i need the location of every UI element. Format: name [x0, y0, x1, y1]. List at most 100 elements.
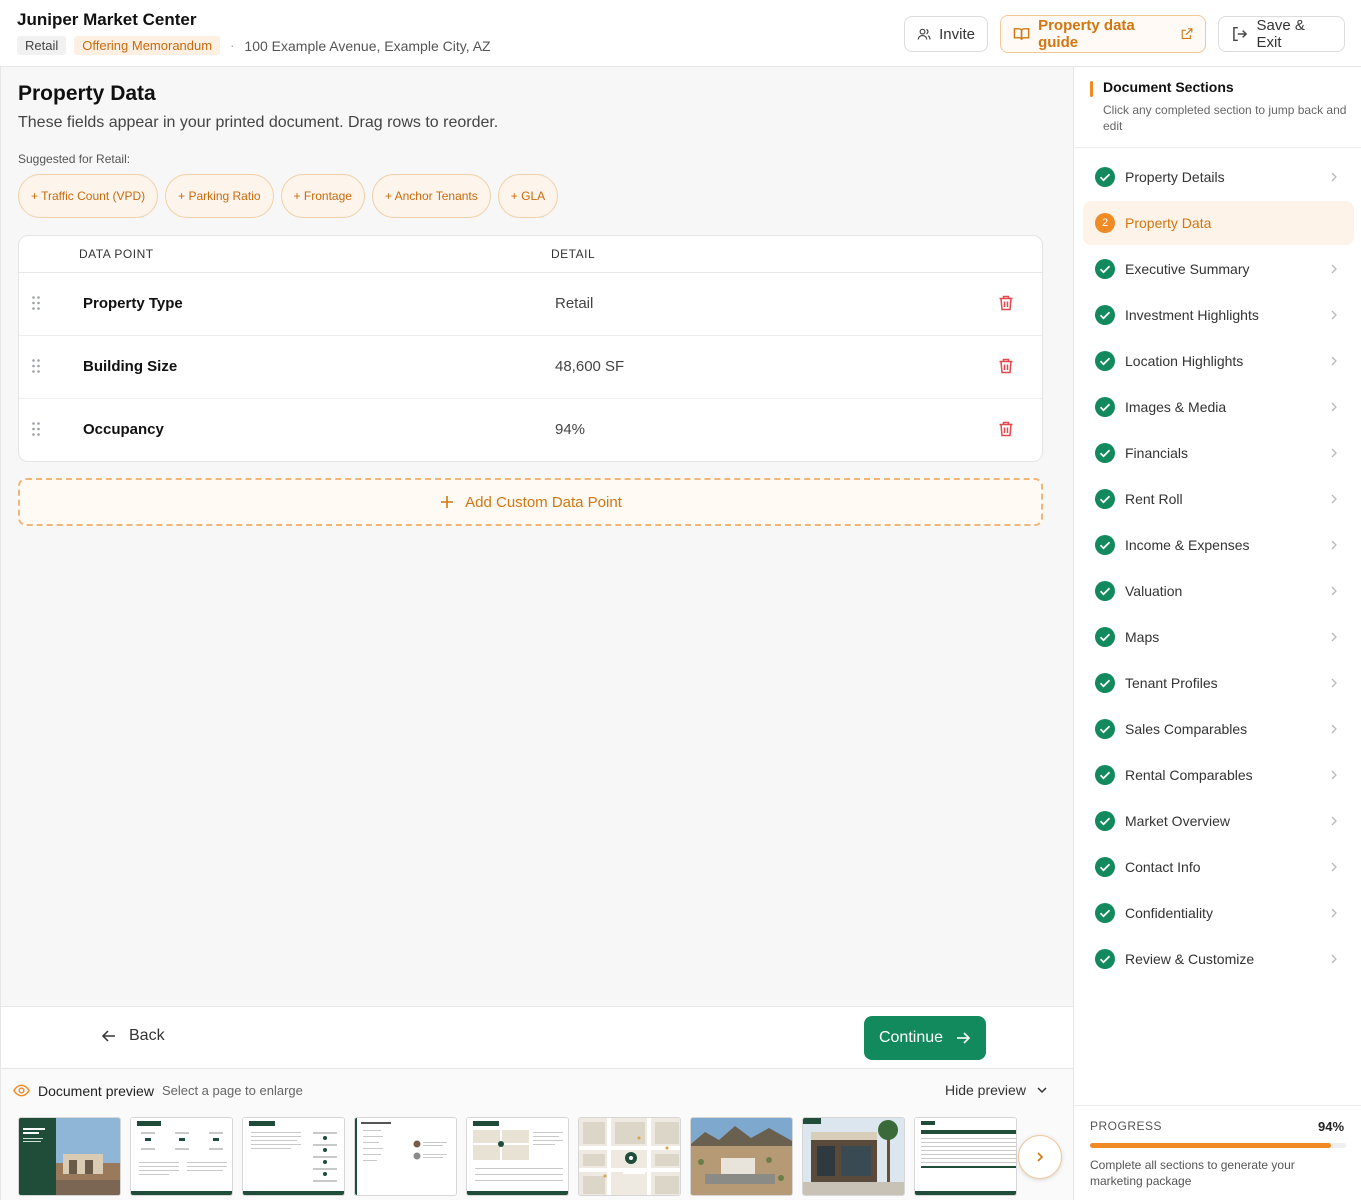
chevron-right-icon: [1331, 540, 1337, 550]
save-and-exit-button[interactable]: Save & Exit: [1218, 16, 1345, 52]
sidebar-item-property-data[interactable]: 2 Property Data: [1083, 201, 1354, 245]
check-circle-icon: [1095, 857, 1115, 877]
suggestion-chips: + Traffic Count (VPD) + Parking Ratio + …: [18, 174, 559, 218]
hide-preview-label: Hide preview: [945, 1082, 1026, 1098]
suggestion-chip-traffic-count[interactable]: + Traffic Count (VPD): [18, 174, 159, 218]
sidebar-item-review-and-customize[interactable]: Review & Customize: [1083, 937, 1354, 981]
sidebar-item-sales-comparables[interactable]: Sales Comparables: [1083, 707, 1354, 751]
guide-label: Property data guide: [1038, 17, 1135, 51]
top-header: Juniper Market Center Retail Offering Me…: [0, 0, 1361, 67]
data-point-detail[interactable]: 94%: [555, 421, 585, 438]
main-content: Property Data These fields appear in you…: [0, 67, 1073, 1006]
trash-icon[interactable]: [997, 357, 1015, 375]
check-circle-icon: [1095, 811, 1115, 831]
chevron-right-icon: [1037, 1152, 1044, 1162]
sidebar-item-label: Financials: [1125, 445, 1189, 461]
column-header-data-point: DATA POINT: [79, 247, 154, 261]
sidebar-item-property-details[interactable]: Property Details: [1083, 155, 1354, 199]
chevron-right-icon: [1331, 770, 1337, 780]
sidebar-item-market-overview[interactable]: Market Overview: [1083, 799, 1354, 843]
sidebar-item-label: Market Overview: [1125, 813, 1231, 829]
sidebar-item-tenant-profiles[interactable]: Tenant Profiles: [1083, 661, 1354, 705]
data-point-detail[interactable]: Retail: [555, 295, 593, 312]
sidebar-item-confidentiality[interactable]: Confidentiality: [1083, 891, 1354, 935]
data-point-name[interactable]: Occupancy: [83, 421, 164, 438]
data-point-name[interactable]: Property Type: [83, 295, 183, 312]
sidebar-item-maps[interactable]: Maps: [1083, 615, 1354, 659]
sidebar-item-location-highlights[interactable]: Location Highlights: [1083, 339, 1354, 383]
page-thumbnail-cover[interactable]: [18, 1117, 121, 1196]
location-highlights-page-image: [467, 1118, 568, 1195]
trash-icon[interactable]: [997, 420, 1015, 438]
sidebar-item-rental-comparables[interactable]: Rental Comparables: [1083, 753, 1354, 797]
sidebar-item-rent-roll[interactable]: Rent Roll: [1083, 477, 1354, 521]
add-custom-data-point-button[interactable]: Add Custom Data Point: [18, 478, 1043, 526]
invite-label: Invite: [939, 25, 975, 43]
page-thumbnail-executive-summary[interactable]: [130, 1117, 233, 1196]
page-title: Property Data: [18, 82, 156, 105]
sidebar-item-valuation[interactable]: Valuation: [1083, 569, 1354, 613]
contact-info-page-image: [355, 1118, 456, 1195]
investment-highlights-page-image: [243, 1118, 344, 1195]
check-circle-icon: [1095, 765, 1115, 785]
external-link-icon: [1181, 28, 1193, 39]
sidebar-item-investment-highlights[interactable]: Investment Highlights: [1083, 293, 1354, 337]
sidebar-item-income-and-expenses[interactable]: Income & Expenses: [1083, 523, 1354, 567]
map-page-image: [579, 1118, 680, 1195]
continue-button[interactable]: Continue: [864, 1016, 986, 1060]
suggestion-chip-parking-ratio[interactable]: + Parking Ratio: [165, 174, 274, 218]
sidebar-item-executive-summary[interactable]: Executive Summary: [1083, 247, 1354, 291]
data-point-detail[interactable]: 48,600 SF: [555, 358, 624, 375]
page-thumbnail-investment-highlights[interactable]: [242, 1117, 345, 1196]
check-circle-icon: [1095, 949, 1115, 969]
property-data-guide-button[interactable]: Property data guide: [1000, 15, 1206, 53]
page-thumbnail-aerial-photo[interactable]: [690, 1117, 793, 1196]
sidebar-item-label: Property Details: [1125, 169, 1225, 185]
trash-icon[interactable]: [997, 294, 1015, 312]
chevron-right-icon: [1331, 264, 1337, 274]
drag-handle-icon[interactable]: [31, 421, 41, 437]
check-circle-icon: [1095, 673, 1115, 693]
sidebar-item-label: Location Highlights: [1125, 353, 1244, 369]
page-thumbnail-map[interactable]: [578, 1117, 681, 1196]
plus-icon: [441, 496, 454, 508]
drag-handle-icon[interactable]: [31, 358, 41, 374]
column-header-detail: DETAIL: [551, 247, 596, 261]
property-address: 100 Example Avenue, Example City, AZ: [244, 37, 491, 54]
page-thumbnail-rent-roll[interactable]: [914, 1117, 1017, 1196]
invite-button[interactable]: Invite: [904, 16, 988, 52]
sidebar-item-label: Maps: [1125, 629, 1160, 645]
document-sections-sidebar: Document Sections Click any completed se…: [1073, 67, 1361, 1200]
sidebar-item-images-and-media[interactable]: Images & Media: [1083, 385, 1354, 429]
sidebar-item-label: Confidentiality: [1125, 905, 1213, 921]
hide-preview-button[interactable]: Hide preview: [945, 1082, 1048, 1098]
suggestion-chip-frontage[interactable]: + Frontage: [280, 174, 365, 218]
document-type-tag: Offering Memorandum: [74, 36, 221, 55]
aerial-photo-image: [691, 1118, 792, 1195]
sidebar-title: Document Sections: [1103, 79, 1234, 95]
suggestion-chip-anchor-tenants[interactable]: + Anchor Tenants: [371, 174, 491, 218]
preview-next-button[interactable]: [1018, 1135, 1062, 1179]
drag-handle-icon[interactable]: [31, 295, 41, 311]
section-list: Property Details 2 Property Data Executive …: [1083, 155, 1354, 983]
table-row: Building Size 48,600 SF: [19, 336, 1042, 399]
sidebar-item-contact-info[interactable]: Contact Info: [1083, 845, 1354, 889]
page-thumbnails: [18, 1117, 1017, 1196]
chevron-right-icon: [1331, 402, 1337, 412]
page-thumbnail-contact-info[interactable]: [354, 1117, 457, 1196]
check-circle-icon: [1095, 397, 1115, 417]
step-navigation: Back Continue: [0, 1006, 1073, 1068]
separator-dot: ·: [230, 38, 235, 53]
log-out-icon: [1233, 26, 1248, 42]
check-circle-icon: [1095, 535, 1115, 555]
preview-hint: Select a page to enlarge: [161, 1083, 303, 1098]
suggestion-chip-gla[interactable]: + GLA: [497, 174, 559, 218]
book-open-icon: [1013, 28, 1030, 40]
page-thumbnail-storefront-photo[interactable]: [802, 1117, 905, 1196]
chevron-right-icon: [1331, 816, 1337, 826]
chevron-down-icon: [1037, 1087, 1047, 1094]
back-button[interactable]: Back: [101, 1027, 165, 1045]
page-thumbnail-location-highlights[interactable]: [466, 1117, 569, 1196]
sidebar-item-financials[interactable]: Financials: [1083, 431, 1354, 475]
data-point-name[interactable]: Building Size: [83, 358, 177, 375]
